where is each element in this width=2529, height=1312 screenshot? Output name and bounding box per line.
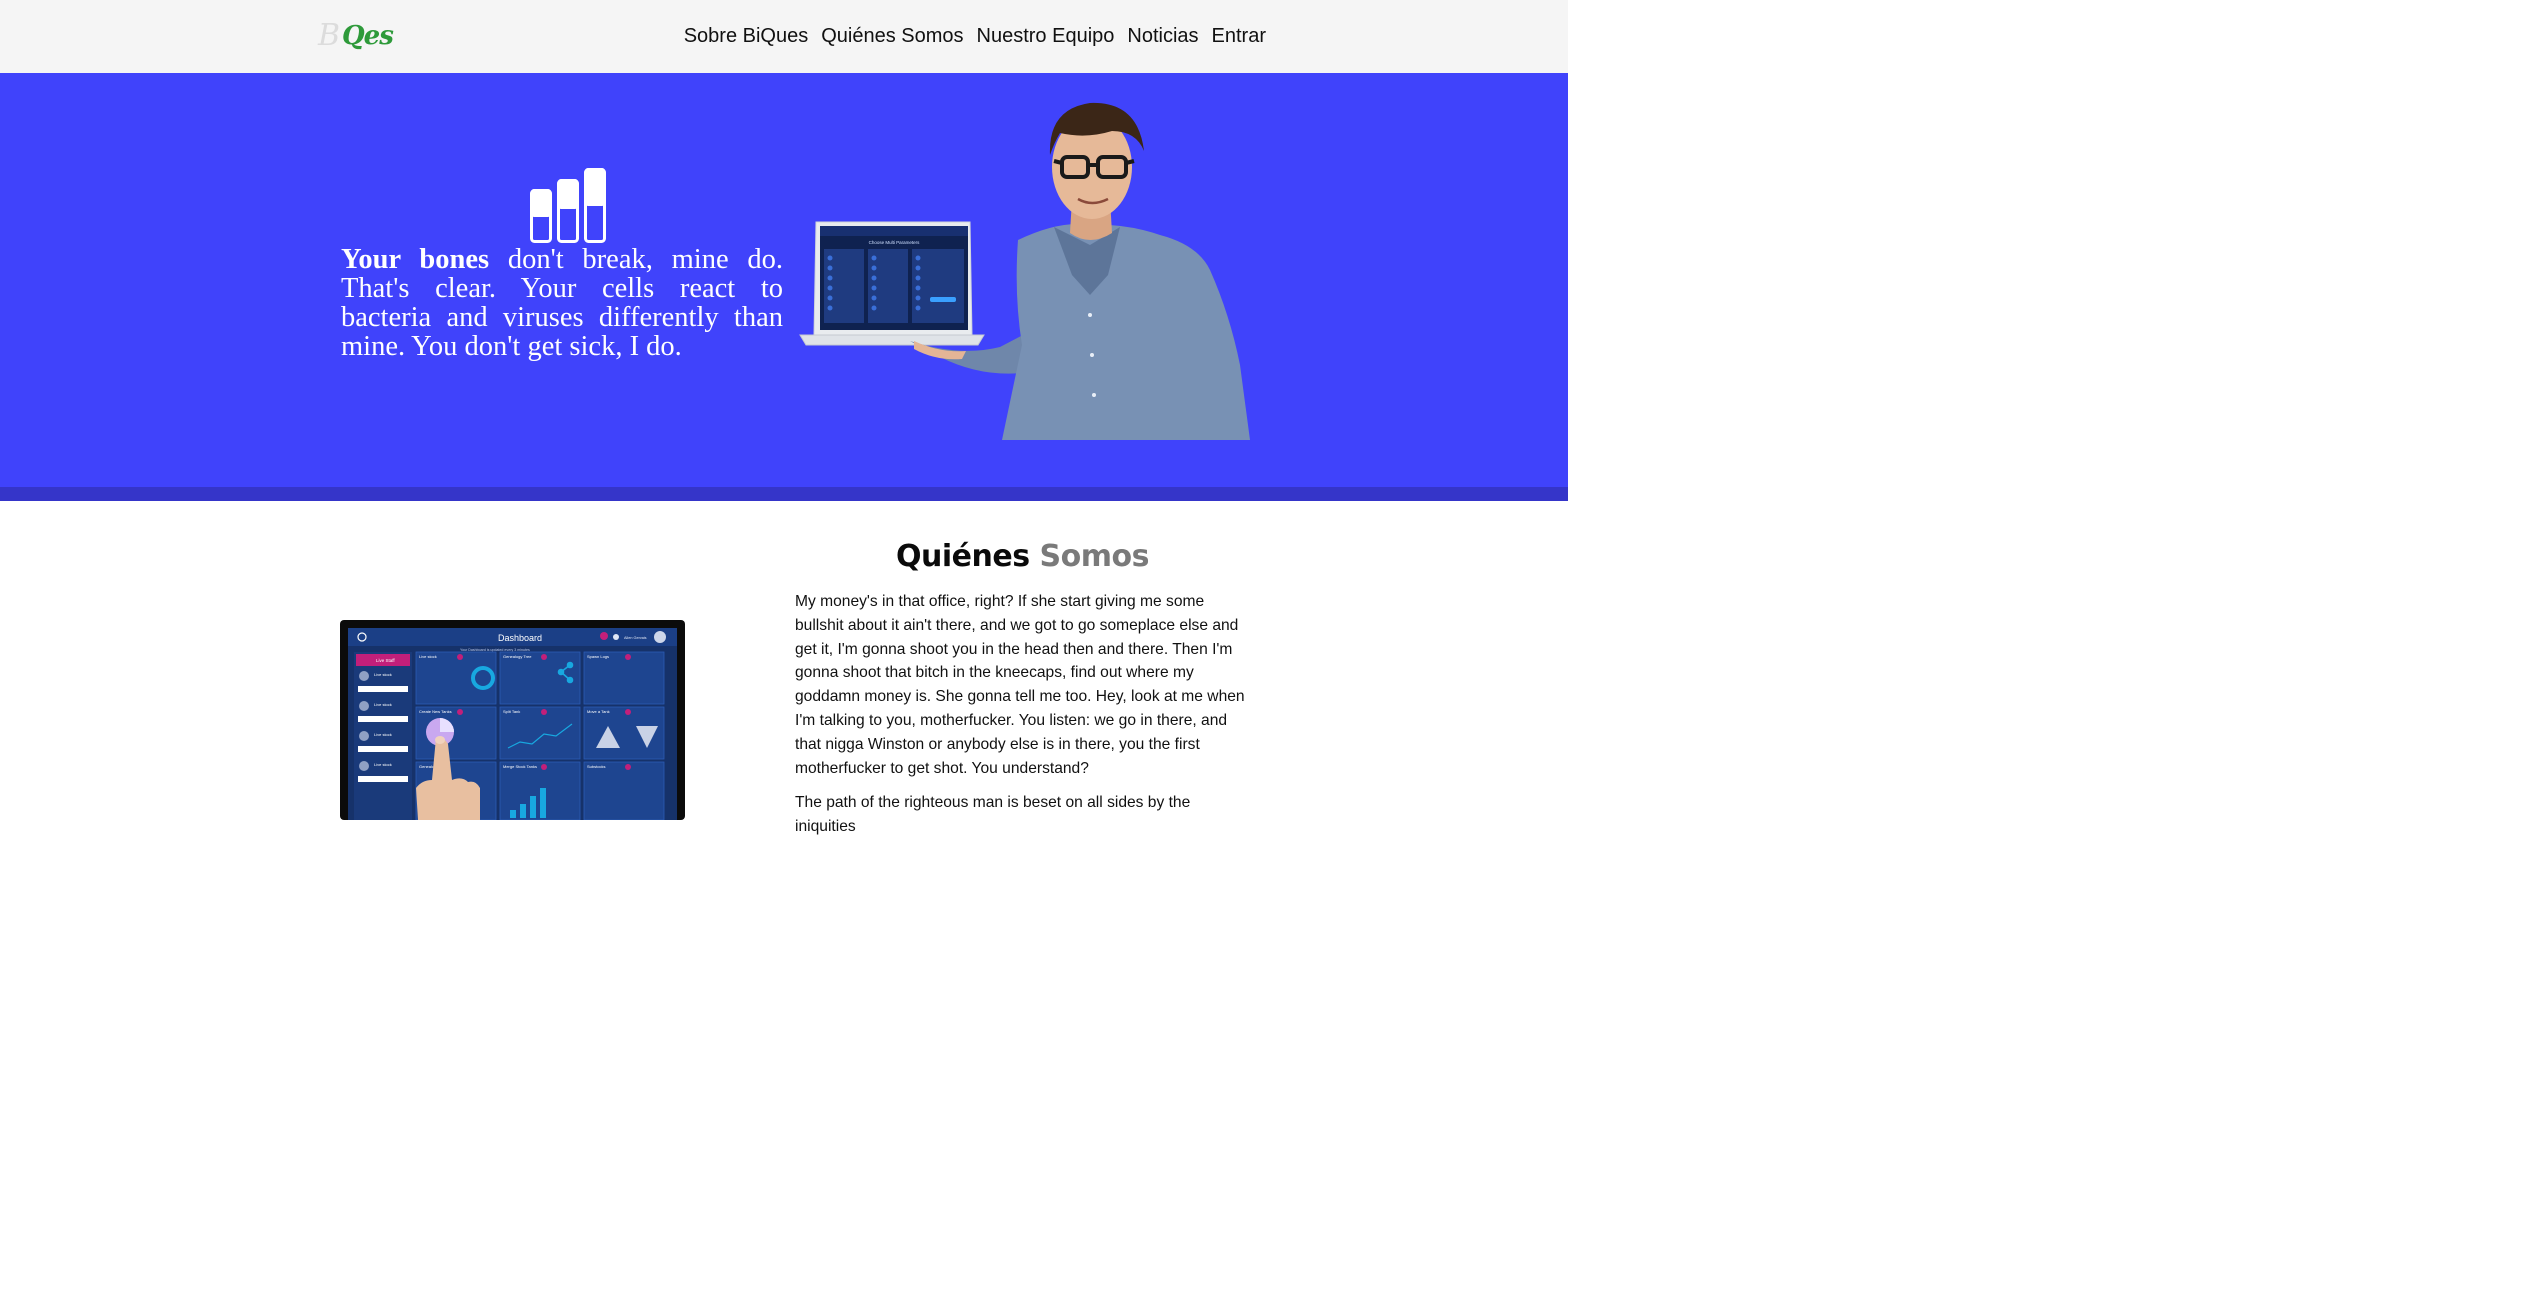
- tablet-tile-label: Split Tank: [503, 709, 520, 714]
- about-paragraph: The path of the righteous man is beset o…: [795, 794, 1191, 836]
- tablet-sidebar-item: Live stock: [374, 702, 392, 707]
- hero-banner: [0, 73, 1568, 487]
- tablet-sidebar-item: Live stock: [374, 762, 392, 767]
- nav-noticias[interactable]: Noticias: [1127, 22, 1198, 50]
- logo-b: B: [318, 18, 341, 53]
- about-title-light: Somos: [1039, 539, 1150, 574]
- main-nav: Sobre BiQues Quiénes Somos Nuestro Equip…: [684, 22, 1266, 50]
- tablet-tile-label: Move a Tank: [587, 709, 610, 714]
- site-header: B Qes Sobre BiQues Quiénes Somos Nuestro…: [0, 0, 1568, 73]
- tablet-tile-label: Genealogy Tree: [503, 654, 532, 659]
- bar-chart-icon: [530, 168, 606, 243]
- tablet-tile-label: Create New Tanks: [419, 709, 452, 714]
- tablet-tile-label: Live stock: [419, 654, 437, 659]
- logo-qes: Qes: [342, 21, 394, 51]
- nav-entrar[interactable]: Entrar: [1212, 22, 1266, 50]
- about-section-title: Quiénes Somos: [795, 536, 1250, 578]
- nav-nuestro-equipo[interactable]: Nuestro Equipo: [977, 22, 1115, 50]
- tablet-sidebar-item: Live stock: [374, 732, 392, 737]
- tablet-user-name: Allen Gervais: [624, 636, 647, 640]
- about-title-dark: Quiénes: [896, 539, 1030, 574]
- about-body: My money's in that office, right? If she…: [795, 590, 1252, 850]
- tablet-sidebar-title: Live Staff: [376, 658, 395, 663]
- tablet-tile-label: Merge Stock Tanks: [503, 764, 537, 769]
- tablet-dashboard-image: Dashboard Your Dashboard is updated ever…: [340, 620, 685, 820]
- laptop-screen-title: Choose Multi Parameters: [869, 240, 921, 245]
- nav-sobre-biques[interactable]: Sobre BiQues: [684, 22, 809, 50]
- tablet-tile-label: Spawn Logs: [587, 654, 609, 659]
- hero-bottom-strip: [0, 487, 1568, 501]
- tablet-tile-label: Substocks: [587, 764, 605, 769]
- brand-logo[interactable]: B Qes: [318, 18, 394, 54]
- tablet-dashboard-subheader: Your Dashboard is updated every 3 minute…: [460, 648, 530, 652]
- tablet-dashboard-title: Dashboard: [498, 633, 542, 643]
- tablet-sidebar-item: Live stock: [374, 672, 392, 677]
- hero-tagline: Your bones don't break, mine do. That's …: [341, 245, 783, 361]
- laptop-icon: Choose Multi Parameters: [799, 221, 985, 346]
- man-with-laptop-illustration: Choose Multi Parameters: [799, 102, 1250, 440]
- hero-tagline-bold: Your bones: [341, 244, 490, 275]
- about-paragraph: My money's in that office, right? If she…: [795, 593, 1245, 777]
- nav-quienes-somos[interactable]: Quiénes Somos: [821, 22, 963, 50]
